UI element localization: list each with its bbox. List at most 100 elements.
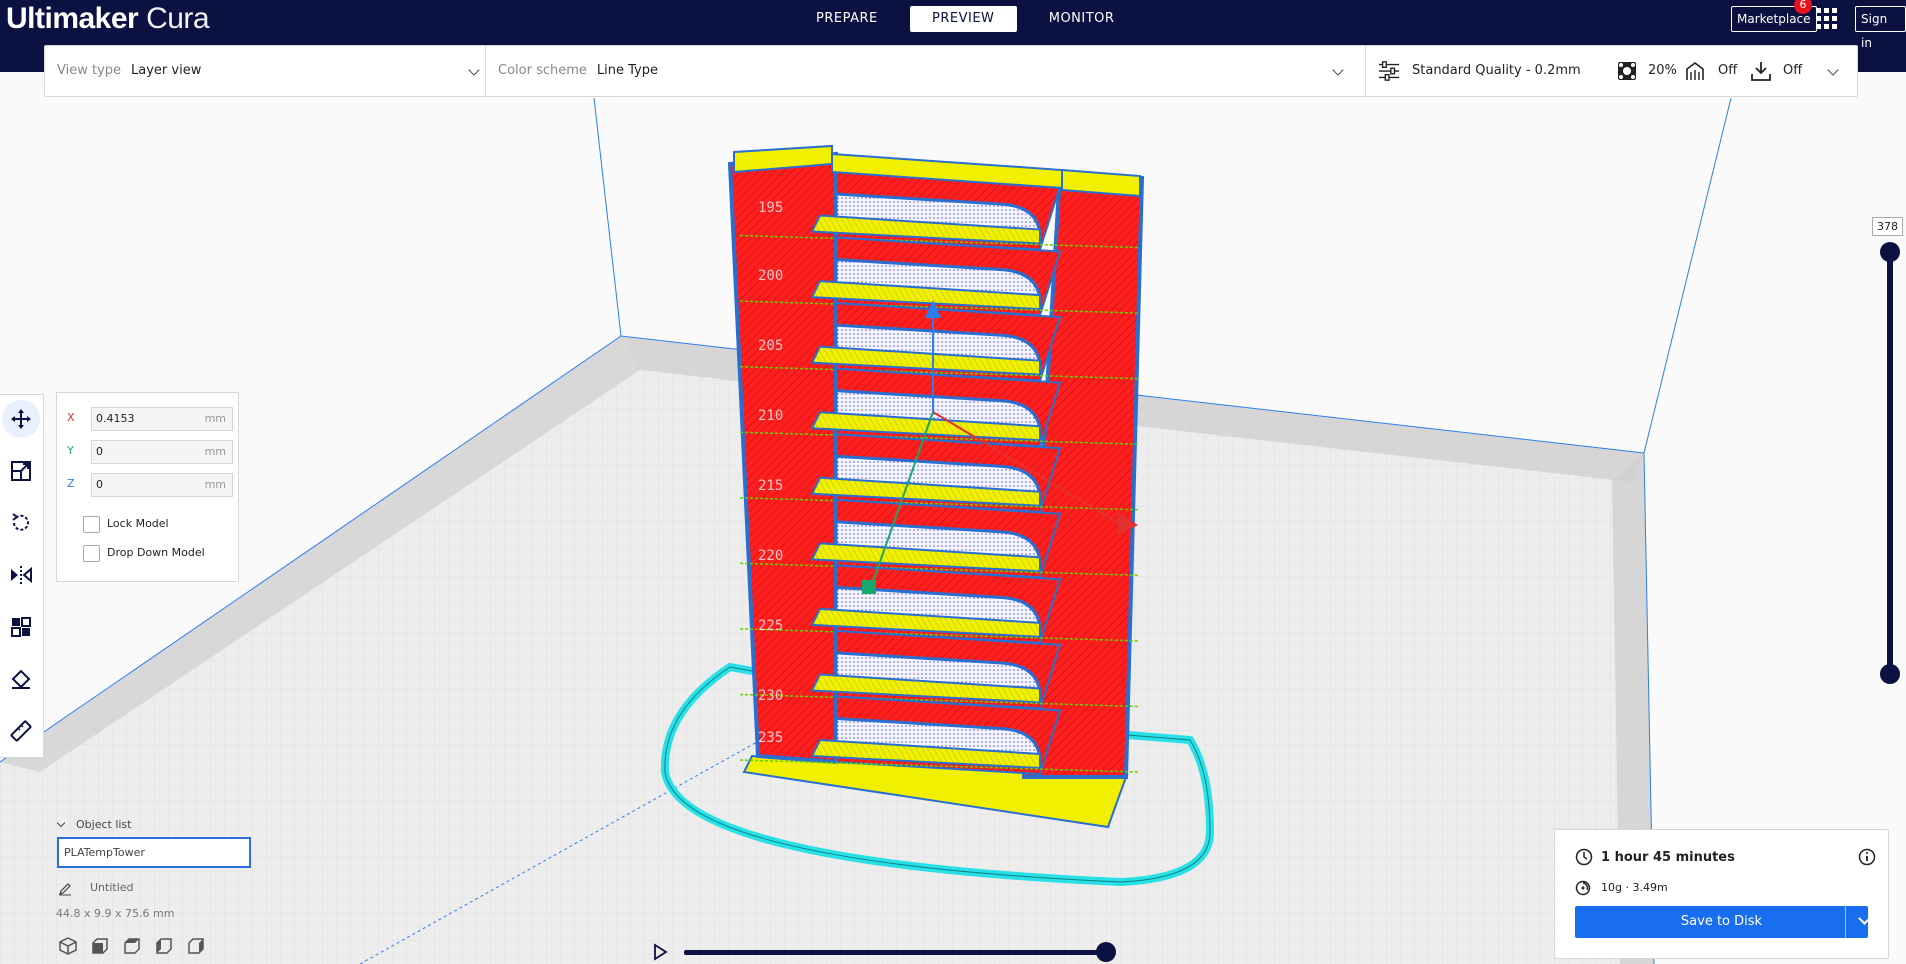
ruler-icon xyxy=(10,720,32,742)
z-position-input[interactable]: 0 mm xyxy=(91,473,233,497)
infill-value: 20% xyxy=(1648,63,1677,78)
move-tool-button[interactable] xyxy=(2,400,40,438)
view-type-dropdown[interactable]: View type Layer view xyxy=(57,46,517,96)
color-scheme-label: Color scheme xyxy=(498,63,587,78)
layer-slider-track[interactable] xyxy=(1887,252,1893,674)
object-list-toggle[interactable]: Object list xyxy=(56,818,132,831)
y-value: 0 xyxy=(96,445,103,458)
support-blocker-button[interactable] xyxy=(2,660,40,698)
save-label: Save to Disk xyxy=(1680,914,1763,929)
adhesion-icon xyxy=(1751,62,1771,81)
front-view-icon[interactable] xyxy=(90,936,110,956)
tab-monitor[interactable]: MONITOR xyxy=(1023,6,1141,32)
right-view-icon[interactable] xyxy=(186,936,206,956)
svg-text:220: 220 xyxy=(758,548,783,564)
left-view-icon[interactable] xyxy=(154,936,174,956)
z-value: 0 xyxy=(96,478,103,491)
chevron-down-icon[interactable] xyxy=(1858,912,1871,925)
simulation-slider-handle[interactable] xyxy=(1096,942,1116,962)
chevron-down-icon xyxy=(1332,64,1344,76)
spool-icon xyxy=(1575,880,1591,896)
print-info-panel: 1 hour 45 minutes 10g · 3.49m Save to Di… xyxy=(1554,829,1889,959)
z-unit: mm xyxy=(204,478,226,491)
object-list-item[interactable]: PLATempTower xyxy=(57,837,251,868)
move-icon xyxy=(11,409,31,429)
brand-name: Ultimaker xyxy=(6,2,139,35)
chevron-down-icon xyxy=(468,64,480,76)
move-tool-panel: X 0.4153 mm Y 0 mm Z 0 mm Lock Model Dro… xyxy=(56,392,239,582)
layer-slider-top-handle[interactable] xyxy=(1880,242,1900,262)
per-model-settings-button[interactable] xyxy=(2,608,40,646)
scale-icon xyxy=(11,461,31,481)
view-settings-toolbar: View type Layer view Color scheme Line Typ… xyxy=(44,45,1858,97)
layer-number-input[interactable]: 378 xyxy=(1872,217,1903,236)
stage-tabs: PREPARE PREVIEW MONITOR xyxy=(790,6,1140,32)
y-position-input[interactable]: 0 mm xyxy=(91,440,233,464)
pencil-icon[interactable] xyxy=(58,882,72,896)
svg-text:225: 225 xyxy=(758,618,783,634)
play-icon[interactable] xyxy=(652,943,668,961)
drop-down-model-label: Drop Down Model xyxy=(107,546,205,559)
tool-bar xyxy=(0,394,44,758)
print-settings-button[interactable]: Standard Quality - 0.2mm 20% Off Off xyxy=(1378,46,1856,96)
3d-view-icon[interactable] xyxy=(58,936,78,956)
per-model-settings-icon xyxy=(11,617,31,637)
color-scheme-dropdown[interactable]: Color scheme Line Type xyxy=(498,46,1398,96)
chevron-down-icon xyxy=(1827,64,1839,76)
camera-view-buttons xyxy=(58,936,206,956)
support-icon xyxy=(1686,62,1704,80)
svg-text:200: 200 xyxy=(758,268,783,284)
chevron-down-icon xyxy=(56,818,66,828)
view-type-value: Layer view xyxy=(131,63,202,78)
x-position-input[interactable]: 0.4153 mm xyxy=(91,407,233,431)
scale-tool-button[interactable] xyxy=(2,452,40,490)
print-time: 1 hour 45 minutes xyxy=(1601,850,1735,865)
x-value: 0.4153 xyxy=(96,412,135,425)
save-button-divider xyxy=(1845,906,1846,938)
x-axis-row: X 0.4153 mm xyxy=(67,407,237,431)
svg-text:235: 235 xyxy=(758,730,783,746)
app-logo: Ultimaker Cura xyxy=(6,0,210,38)
z-label: Z xyxy=(67,477,75,490)
infill-icon xyxy=(1618,62,1636,80)
layer-slider-bottom-handle[interactable] xyxy=(1880,664,1900,684)
x-label: X xyxy=(67,411,75,424)
tab-preview[interactable]: PREVIEW xyxy=(909,6,1017,32)
tab-prepare[interactable]: PREPARE xyxy=(790,6,904,32)
3d-viewport[interactable]: 195 200 205 210 215 220 225 230 235 X 0.… xyxy=(0,72,1906,964)
adhesion-value: Off xyxy=(1783,63,1803,78)
lock-model-checkbox[interactable] xyxy=(83,516,100,533)
simulation-slider-track[interactable] xyxy=(684,950,1106,955)
support-blocker-icon xyxy=(11,669,31,689)
lock-model-label: Lock Model xyxy=(107,517,169,530)
settings-sliders-icon xyxy=(1378,61,1400,81)
brand-suffix: Cura xyxy=(146,2,210,35)
sign-in-button[interactable]: Sign in xyxy=(1855,6,1906,50)
rotate-icon xyxy=(12,513,29,531)
y-unit: mm xyxy=(204,445,226,458)
save-to-disk-button[interactable]: Save to Disk xyxy=(1575,906,1871,938)
clock-icon xyxy=(1575,848,1593,866)
z-axis-row: Z 0 mm xyxy=(67,473,237,497)
svg-text:195: 195 xyxy=(758,200,783,216)
info-icon[interactable] xyxy=(1858,848,1876,866)
mirror-icon xyxy=(11,566,32,584)
mirror-tool-button[interactable] xyxy=(2,556,40,594)
divider xyxy=(485,46,486,96)
measure-tool-button[interactable] xyxy=(2,712,40,750)
apps-grid-icon[interactable] xyxy=(1816,8,1838,30)
x-unit: mm xyxy=(204,412,226,425)
svg-text:230: 230 xyxy=(758,688,783,704)
divider xyxy=(1365,46,1366,96)
rotate-tool-button[interactable] xyxy=(2,504,40,542)
project-name[interactable]: Untitled xyxy=(90,881,134,894)
y-label: Y xyxy=(67,444,74,457)
object-list-label: Object list xyxy=(76,818,132,831)
svg-text:215: 215 xyxy=(758,478,783,494)
drop-down-model-checkbox[interactable] xyxy=(83,545,100,562)
model-dimensions: 44.8 x 9.9 x 75.6 mm xyxy=(56,907,175,920)
y-axis-row: Y 0 mm xyxy=(67,440,237,464)
support-value: Off xyxy=(1718,63,1738,78)
top-view-icon[interactable] xyxy=(122,936,142,956)
color-scheme-value: Line Type xyxy=(596,63,658,78)
